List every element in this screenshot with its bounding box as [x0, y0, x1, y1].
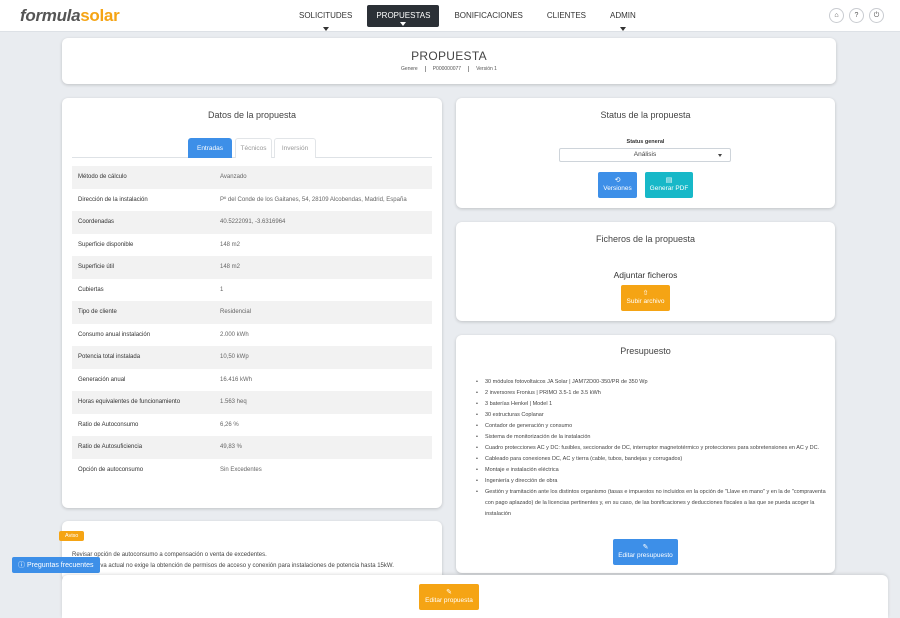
pencil-icon: ✎ [642, 544, 649, 551]
home-icon[interactable]: ⌂ [829, 8, 844, 23]
tab-entradas[interactable]: Entradas [188, 138, 232, 158]
versions-button[interactable]: ⟲ Versiones [598, 172, 637, 198]
table-row: Generación anual 16.416 kWh [78, 376, 253, 383]
table-row: Consumo anual instalación 2.000 kWh [78, 331, 249, 338]
proposal-id: P000000077 [424, 66, 469, 72]
pencil-icon: ✎ [446, 589, 452, 596]
list-item: Sistema de monitorización de la instalac… [476, 432, 826, 443]
budget-card: Presupuesto 30 módulos fotovoltaicos JA … [456, 335, 835, 573]
card-title: Status de la propuesta [600, 110, 691, 120]
chevron-down-icon [400, 22, 407, 26]
nav-solicitudes[interactable]: SOLICITUDES [290, 5, 361, 31]
table-row: Ratio de Autosuficiencia 49,83 % [72, 436, 432, 459]
table-row: Superficie disponible 148 m2 [78, 241, 241, 248]
card-title: Presupuesto [620, 346, 671, 356]
attach-files-label: Adjuntar ficheros [613, 270, 678, 280]
table-row: Método de cálculo Avanzado [72, 166, 432, 189]
data-tabs: Entradas Técnicos Inversión [72, 138, 432, 158]
brand-logo[interactable]: formulasolar [20, 6, 120, 26]
main-nav: SOLICITUDES PROPUESTAS BONIFICACIONES CL… [290, 5, 645, 31]
table-row: Potencia total instalada 10,50 kWp [72, 346, 432, 369]
proposal-meta: Genere P000000077 Versión 1 [62, 66, 836, 72]
question-circle-icon: ⓘ [18, 562, 25, 569]
list-item: 30 estructuras Coplanar [476, 410, 826, 421]
notice-card: Revisar opción de autoconsumo a compensa… [62, 521, 442, 581]
card-title: Datos de la propuesta [207, 110, 297, 120]
nav-propuestas[interactable]: PROPUESTAS [367, 5, 440, 27]
chevron-down-icon [322, 27, 329, 31]
table-row: Dirección de la instalación Pº del Conde … [78, 196, 407, 203]
document-icon: ▤ [665, 177, 673, 184]
list-item: Montaje e instalación eléctrica [476, 465, 826, 476]
bottom-action-bar: ✎ Editar propuesta [62, 575, 888, 618]
edit-budget-button[interactable]: ✎ Editar presupuesto [613, 539, 678, 565]
table-row: Ratio de Autoconsumo 6,26 % [78, 421, 239, 428]
table-row: Horas equivalentes de funcionamiento 1.56… [72, 391, 432, 414]
data-table: Método de cálculo Avanzado Dirección de l… [72, 166, 432, 481]
nav-bonificaciones[interactable]: BONIFICACIONES [445, 5, 531, 27]
proposal-client: Genere [401, 66, 418, 72]
list-item: Contador de generación y consumo [476, 421, 826, 432]
list-item: 30 módulos fotovoltaicos JA Solar | JAM7… [476, 377, 826, 388]
proposal-files-card: Ficheros de la propuesta Adjuntar ficher… [456, 222, 835, 321]
list-item: Gestión y tramitación ante los distintos… [476, 487, 826, 520]
list-item: 2 inversores Fronius | PRIMO 3.5-1 de 3.… [476, 388, 826, 399]
proposal-header-card: PROPUESTA Genere P000000077 Versión 1 [62, 38, 836, 84]
history-icon: ⟲ [614, 177, 621, 184]
page-title: PROPUESTA [411, 49, 487, 63]
budget-list: 30 módulos fotovoltaicos JA Solar | JAM7… [476, 377, 826, 520]
generate-pdf-button[interactable]: ▤ Generar PDF [645, 172, 693, 198]
table-row: Tipo de cliente Residencial [72, 301, 432, 324]
tab-inversion[interactable]: Inversión [274, 138, 316, 158]
table-row: Superficie útil 148 m2 [72, 256, 432, 279]
tab-tecnicos[interactable]: Técnicos [235, 138, 272, 158]
help-icon[interactable]: ? [849, 8, 864, 23]
notice-text: Revisar opción de autoconsumo a compensa… [72, 552, 394, 569]
proposal-data-card: Datos de la propuesta Entradas Técnicos … [62, 98, 442, 508]
faq-button[interactable]: ⓘ Preguntas frecuentes [12, 557, 100, 573]
notice-badge: Aviso [59, 531, 85, 541]
status-label: Status general [626, 139, 665, 145]
power-icon[interactable]: ⏻ [869, 8, 884, 23]
upload-icon: ⇧ [642, 290, 649, 297]
chevron-down-icon [619, 27, 626, 31]
list-item: Cableado para conexiones DC, AC y tierra… [476, 454, 826, 465]
list-item: 3 baterías Henkel | Model 1 [476, 399, 826, 410]
card-title: Ficheros de la propuesta [595, 234, 696, 244]
proposal-version: Versión 1 [468, 66, 504, 72]
table-row: Cubiertas 1 [78, 286, 224, 293]
edit-proposal-button[interactable]: ✎ Editar propuesta [419, 584, 479, 610]
list-item: Ingeniería y dirección de obra [476, 476, 826, 487]
proposal-status-card: Status de la propuesta Status general An… [456, 98, 835, 208]
table-row: Opción de autoconsumo Sin Excedentes [78, 466, 262, 473]
top-navbar: formulasolar SOLICITUDES PROPUESTAS BONI… [0, 0, 900, 32]
nav-admin[interactable]: ADMIN [601, 5, 645, 31]
chevron-down-icon [718, 154, 722, 157]
nav-clientes[interactable]: CLIENTES [538, 5, 595, 27]
upload-file-button[interactable]: ⇧ Subir archivo [621, 285, 670, 311]
list-item: Cuadro protecciones AC y DC: fusibles, s… [476, 443, 826, 454]
table-row: Coordenadas 40.5222091, -3.6316964 [72, 211, 432, 234]
status-select[interactable]: Análisis [559, 148, 731, 162]
